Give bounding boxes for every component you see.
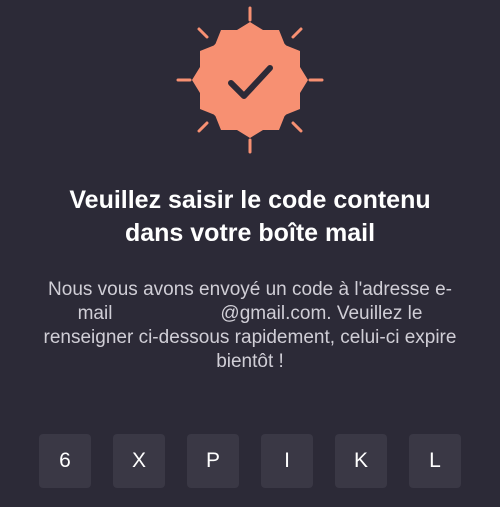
desc-line-2: mail @gmail.com. Veuillez le (24, 302, 476, 326)
code-digit-5[interactable]: K (335, 434, 387, 488)
desc-line-4: bientôt ! (216, 351, 284, 372)
code-digit-1[interactable]: 6 (39, 434, 91, 488)
code-digit-6[interactable]: L (409, 434, 461, 488)
desc-line-3: renseigner ci-dessous rapidement, celui-… (43, 327, 457, 348)
title-line-2: dans votre boîte mail (124, 219, 376, 247)
code-digit-2[interactable]: X (113, 434, 165, 488)
desc-line-2-prefix: mail (77, 303, 113, 324)
verified-badge (0, 0, 500, 160)
code-digit-4[interactable]: I (261, 434, 313, 488)
desc-line-1: Nous vous avons envoyé un code à l'adres… (48, 279, 452, 300)
verified-check-icon (176, 6, 324, 154)
title-line-1: Veuillez saisir le code contenu (69, 186, 431, 214)
page-title: Veuillez saisir le code contenu dans vot… (20, 184, 480, 250)
code-input-row: 6 X P I K L (39, 434, 461, 488)
instructions-text: Nous vous avons envoyé un code à l'adres… (24, 278, 476, 374)
code-digit-3[interactable]: P (187, 434, 239, 488)
desc-line-2-suffix: @gmail.com. Veuillez le (220, 303, 423, 324)
